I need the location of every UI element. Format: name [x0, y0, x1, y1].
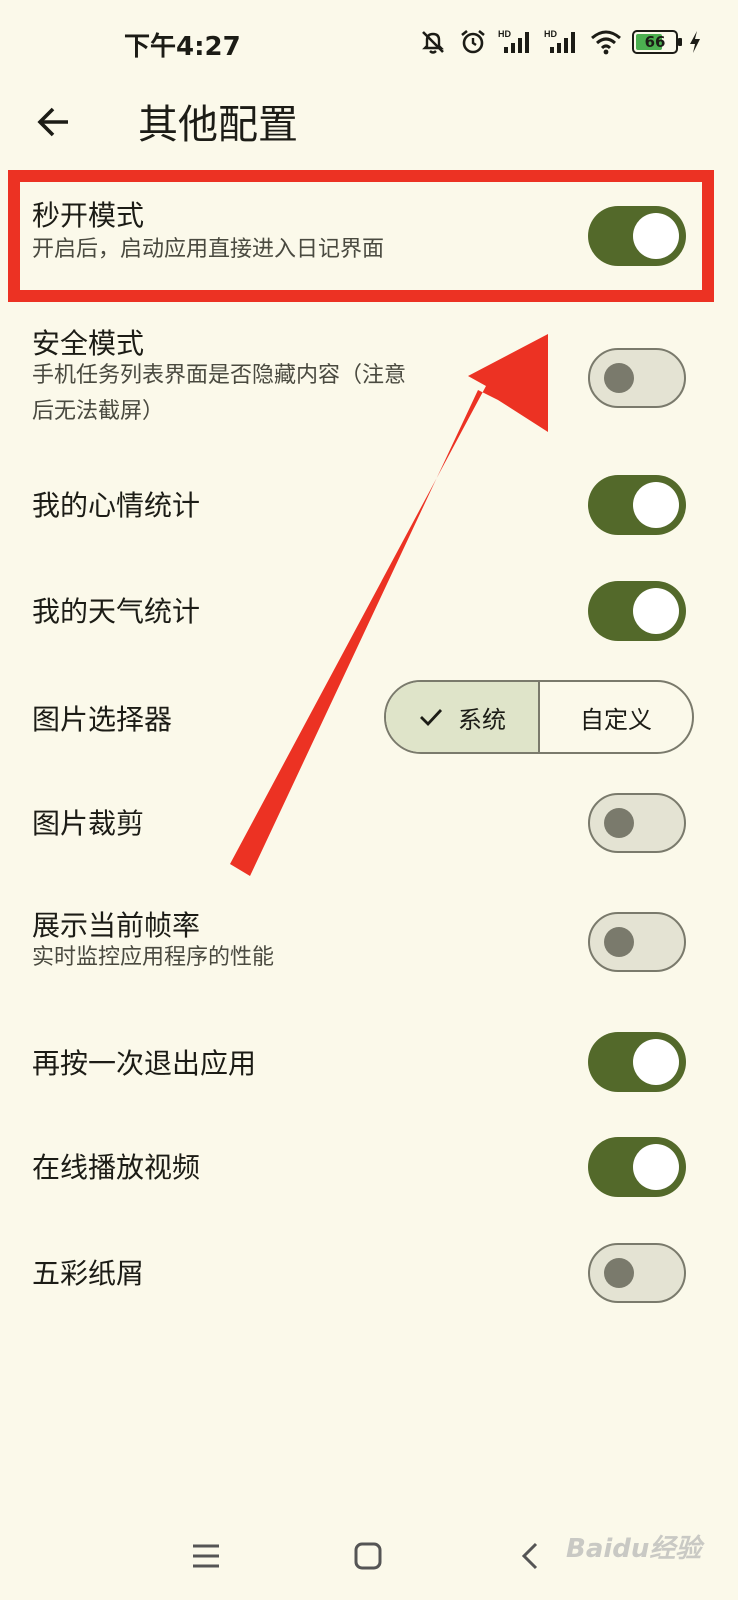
arrow-left-icon: [37, 107, 68, 137]
status-bar: 下午4:27 HD HD 66: [0, 0, 738, 84]
switch-thumb: [633, 482, 679, 528]
hd-signal-icon: HD: [544, 29, 575, 53]
setting-subtitle: 手机任务列表界面是否隐藏内容（注意: [32, 363, 407, 388]
setting-title: 再按一次退出应用: [32, 1047, 257, 1080]
switch-thumb: [604, 1258, 634, 1288]
mute-icon: [422, 31, 444, 54]
setting-subtitle: 实时监控应用程序的性能: [32, 945, 275, 970]
back-chevron-icon: [521, 1542, 538, 1570]
switch-thumb: [604, 363, 634, 393]
home-square-icon: [354, 1542, 382, 1570]
switch-thumb: [633, 1039, 679, 1085]
page-title: 其他配置: [138, 102, 298, 148]
image-picker-option-system[interactable]: 系统: [386, 682, 540, 752]
switch-thumb: [604, 808, 634, 838]
wifi-icon: [591, 30, 621, 55]
battery-icon: 66: [632, 30, 682, 54]
watermark: Baidu经验: [566, 1534, 702, 1564]
setting-title: 在线播放视频: [32, 1151, 201, 1184]
back-button[interactable]: [26, 94, 82, 150]
confetti-switch[interactable]: [588, 1243, 686, 1303]
battery-cap: [678, 38, 682, 46]
status-icons: HD HD 66: [418, 24, 702, 60]
setting-row-weather-stats[interactable]: 我的天气统计: [0, 566, 738, 656]
annotation-highlight-box: [8, 170, 714, 302]
setting-title: 我的心情统计: [32, 489, 201, 522]
safe-mode-switch[interactable]: [588, 348, 686, 408]
recent-apps-button[interactable]: [176, 1526, 236, 1586]
setting-title: 图片选择器: [32, 703, 173, 736]
switch-thumb: [633, 588, 679, 634]
option-label: 自定义: [580, 705, 652, 734]
switch-thumb: [604, 927, 634, 957]
menu-icon: [193, 1544, 219, 1568]
option-label: 系统: [458, 705, 506, 734]
svg-text:HD: HD: [544, 29, 557, 39]
status-time: 下午4:27: [124, 32, 241, 62]
battery-level: 66: [644, 33, 666, 51]
setting-title: 展示当前帧率: [32, 909, 201, 942]
setting-row-online-video[interactable]: 在线播放视频: [0, 1122, 738, 1212]
setting-title: 安全模式: [32, 327, 145, 360]
check-icon: [420, 709, 443, 727]
setting-row-safe-mode[interactable]: 安全模式 手机任务列表界面是否隐藏内容（注意 后无法截屏）: [0, 310, 738, 440]
setting-row-mood-stats[interactable]: 我的心情统计: [0, 460, 738, 550]
hd-signal-icon: HD: [498, 29, 529, 53]
home-button[interactable]: [338, 1526, 398, 1586]
setting-row-confetti[interactable]: 五彩纸屑: [0, 1228, 738, 1318]
nav-back-button[interactable]: [500, 1526, 560, 1586]
charging-icon: [690, 31, 700, 53]
svg-text:HD: HD: [498, 29, 511, 39]
show-fps-switch[interactable]: [588, 912, 686, 972]
setting-row-double-back-exit[interactable]: 再按一次退出应用: [0, 1018, 738, 1108]
setting-title: 我的天气统计: [32, 595, 201, 628]
setting-row-image-picker: 图片选择器 系统 自定义: [0, 672, 738, 762]
setting-row-show-fps[interactable]: 展示当前帧率 实时监控应用程序的性能: [0, 884, 738, 994]
alarm-icon: [461, 29, 485, 54]
switch-thumb: [633, 1144, 679, 1190]
setting-row-image-crop[interactable]: 图片裁剪: [0, 778, 738, 868]
app-bar: 其他配置: [0, 84, 738, 180]
image-picker-option-custom[interactable]: 自定义: [540, 682, 692, 752]
mood-stats-switch[interactable]: [588, 475, 686, 535]
setting-title: 图片裁剪: [32, 807, 145, 840]
weather-stats-switch[interactable]: [588, 581, 686, 641]
double-back-exit-switch[interactable]: [588, 1032, 686, 1092]
online-video-switch[interactable]: [588, 1137, 686, 1197]
image-crop-switch[interactable]: [588, 793, 686, 853]
setting-subtitle-line2: 后无法截屏）: [32, 399, 165, 424]
setting-title: 五彩纸屑: [32, 1257, 145, 1290]
image-picker-segmented-control: 系统 自定义: [384, 680, 694, 754]
